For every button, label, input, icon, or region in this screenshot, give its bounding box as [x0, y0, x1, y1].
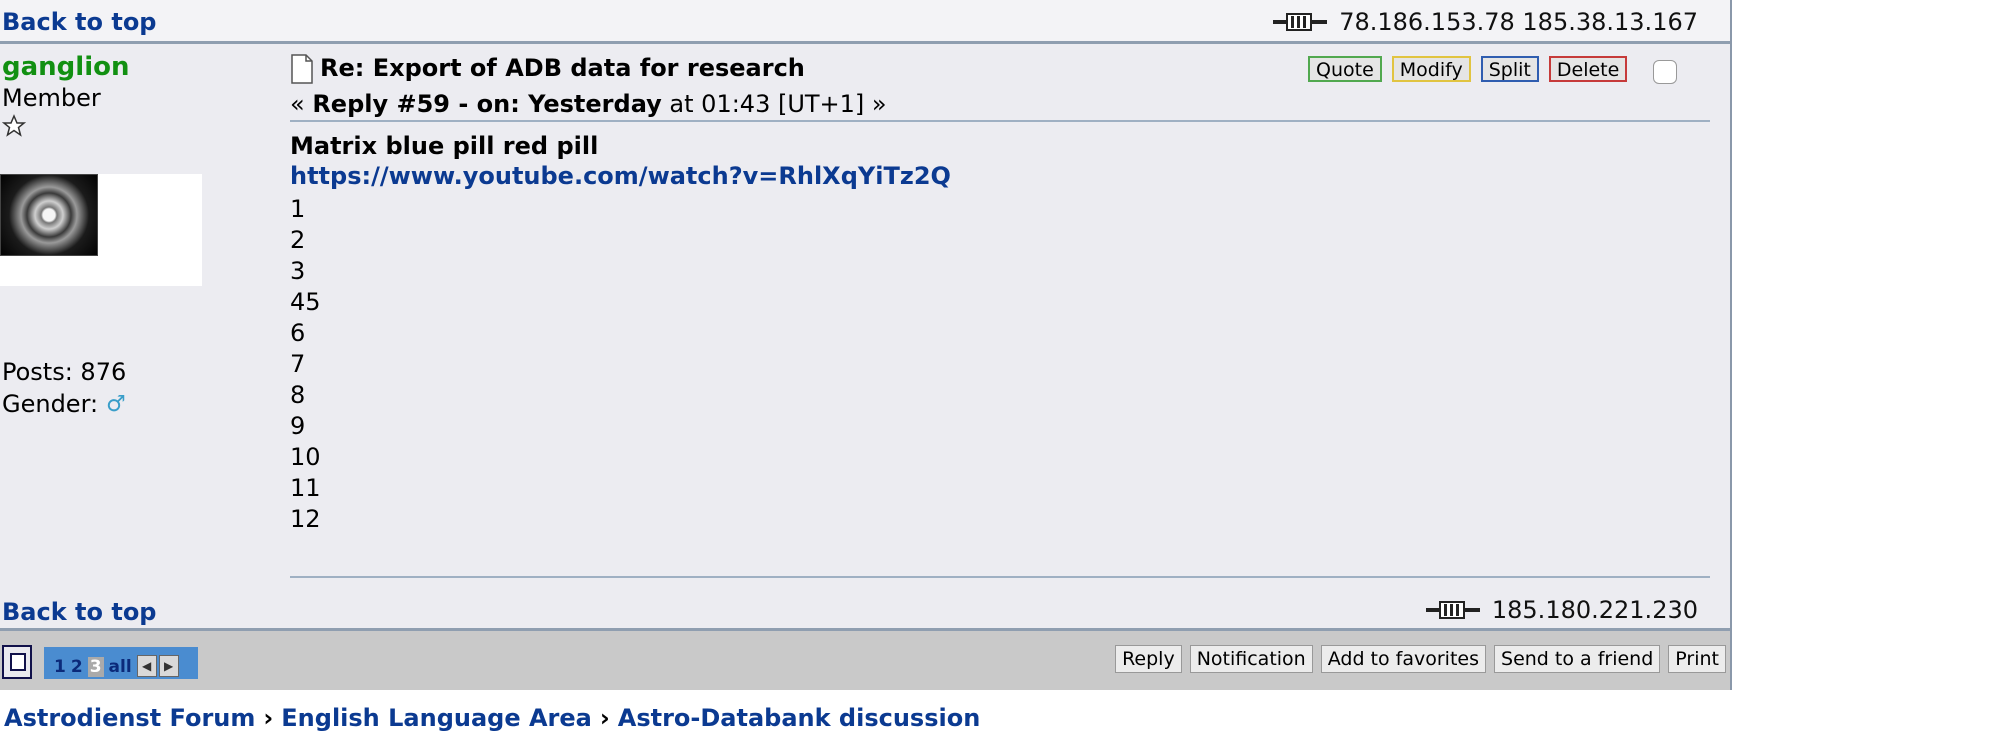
reply-number[interactable]: Reply #59 - on: Yesterday [312, 90, 661, 118]
number-list: 1 2 3 45 6 7 8 9 10 11 12 [290, 194, 1710, 535]
reply-info: « Reply #59 - on: Yesterday at 01:43 [UT… [290, 90, 887, 118]
quote-button[interactable]: Quote [1308, 56, 1382, 82]
next-page-icon[interactable]: ▶ [158, 655, 179, 677]
breadcrumb-forum[interactable]: Astrodienst Forum [4, 704, 255, 732]
avatar [0, 174, 98, 256]
list-item: 6 [290, 319, 306, 347]
send-to-friend-button[interactable]: Send to a friend [1494, 645, 1661, 673]
delete-button[interactable]: Delete [1548, 56, 1628, 82]
pages-icon[interactable] [2, 645, 32, 679]
list-item: 7 [290, 350, 306, 378]
list-item: 9 [290, 412, 306, 440]
split-button[interactable]: Split [1480, 56, 1539, 82]
youtube-link[interactable]: https://www.youtube.com/watch?v=RhlXqYiT… [290, 162, 1710, 194]
list-item: 12 [290, 505, 321, 533]
current-page: 3 [87, 657, 104, 677]
footer-bar: 1 2 3 all ◀ ▶ Reply Notification Add to … [0, 628, 1730, 690]
ip-logged-icon [1273, 13, 1328, 31]
list-item: 45 [290, 288, 321, 316]
user-rank: Member [2, 84, 101, 112]
list-item: 11 [290, 474, 321, 502]
page-link[interactable]: 1 [54, 657, 66, 677]
post-subject[interactable]: Re: Export of ADB data for research [320, 54, 805, 82]
add-to-favorites-button[interactable]: Add to favorites [1320, 645, 1487, 673]
top-bar: Back to top 78.186.153.78 185.38.13.167 [0, 0, 1730, 44]
modify-button[interactable]: Modify [1391, 56, 1471, 82]
back-to-top-link-bottom[interactable]: Back to top [2, 598, 157, 626]
avatar-box [0, 174, 202, 286]
print-button[interactable]: Print [1668, 645, 1726, 673]
prev-page-icon[interactable]: ◀ [136, 655, 157, 677]
username[interactable]: ganglion [2, 52, 129, 82]
gender-row: Gender: ♂ [2, 390, 126, 418]
ip-row-bottom: 185.180.221.230 [1425, 596, 1698, 624]
breadcrumb: Astrodienst Forum › English Language Area ›… [4, 704, 981, 732]
back-to-top-link[interactable]: Back to top [2, 8, 157, 36]
ip-address: 185.180.221.230 [1491, 596, 1698, 624]
post-body: Matrix blue pill red pill https://www.yo… [290, 130, 1710, 578]
action-buttons: Reply Notification Add to favorites Send… [1115, 645, 1726, 673]
post-document-icon [291, 54, 313, 84]
breadcrumb-english-area[interactable]: English Language Area [281, 704, 592, 732]
male-icon: ♂ [106, 391, 126, 417]
list-item: 1 [290, 195, 306, 223]
page-link[interactable]: 2 [71, 657, 83, 677]
ip-row: 78.186.153.78 185.38.13.167 [1273, 8, 1698, 36]
forum-post-container: Back to top 78.186.153.78 185.38.13.167 … [0, 0, 1732, 690]
moderation-buttons: Quote Modify Split Delete [1308, 54, 1678, 84]
gender-label: Gender: [2, 390, 99, 418]
select-post-checkbox[interactable] [1653, 60, 1678, 84]
reply-button[interactable]: Reply [1115, 645, 1182, 673]
ip-logged-icon [1425, 601, 1480, 619]
list-item: 2 [290, 226, 306, 254]
post-title: Matrix blue pill red pill [290, 132, 599, 160]
page-all-link[interactable]: all [109, 657, 132, 677]
post-count: Posts: 876 [2, 358, 127, 386]
breadcrumb-adb-discussion[interactable]: Astro-Databank discussion [618, 704, 981, 732]
list-item: 3 [290, 257, 306, 285]
list-item: 10 [290, 443, 321, 471]
rank-star-icon [2, 114, 26, 137]
list-item: 8 [290, 381, 306, 409]
notification-button[interactable]: Notification [1189, 645, 1313, 673]
ip-addresses: 78.186.153.78 185.38.13.167 [1339, 8, 1698, 36]
pagination: 1 2 3 all ◀ ▶ [44, 647, 198, 679]
